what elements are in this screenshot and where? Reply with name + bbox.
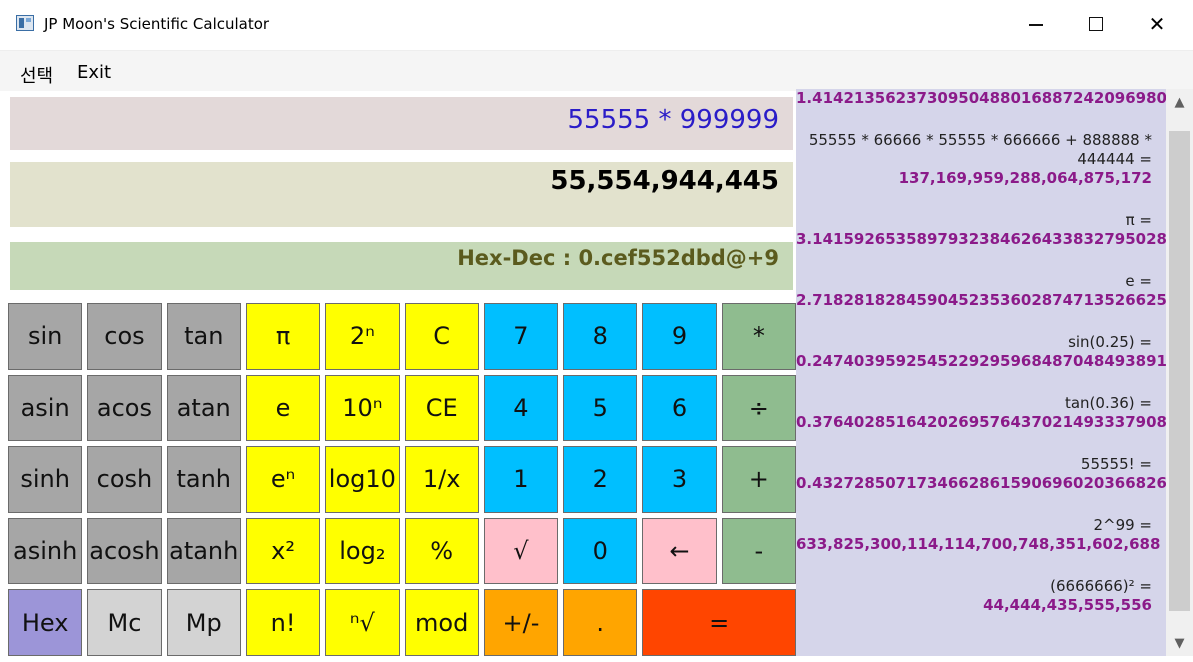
key-button[interactable]: atan	[166, 374, 241, 442]
key-button[interactable]: atanh	[166, 517, 241, 585]
scroll-thumb[interactable]	[1169, 131, 1190, 611]
key-button[interactable]: 2ⁿ	[325, 303, 400, 370]
menu-item-select[interactable]: 선택	[20, 62, 53, 88]
history-result: 2.71828182845904523536028747135266250	[796, 291, 1166, 309]
key-button[interactable]: asinh	[8, 517, 83, 585]
scroll-down-arrow-icon[interactable]: ▼	[1166, 632, 1193, 654]
key-button[interactable]: 7	[483, 303, 559, 370]
key-button[interactable]: tanh	[166, 446, 241, 513]
key-button[interactable]: *	[721, 303, 796, 370]
key-button[interactable]: acos	[87, 374, 162, 442]
history-result: 633,825,300,114,114,700,748,351,602,688	[796, 535, 1161, 553]
key-button[interactable]: 10ⁿ	[325, 374, 400, 442]
key-button[interactable]: sin	[8, 303, 83, 370]
history-panel: 1.41421356237309504880168872420969808 555…	[796, 89, 1166, 656]
app-icon	[16, 15, 34, 31]
key-button[interactable]: sinh	[8, 446, 83, 513]
history-item: 2^99 = 633,825,300,114,114,700,748,351,60…	[796, 516, 1166, 554]
key-button[interactable]: .	[563, 589, 638, 656]
key-button[interactable]: log10	[325, 446, 400, 513]
key-button[interactable]: cosh	[87, 446, 162, 513]
key-button[interactable]: 1	[483, 446, 559, 513]
key-button[interactable]: 2	[563, 446, 638, 513]
history-result: 44,444,435,555,556	[983, 596, 1152, 614]
history-result: 0.376402851642026957643702149333790892	[796, 413, 1166, 431]
history-item: π = 3.14159265358979323846264338327950288	[796, 211, 1166, 249]
key-button[interactable]: %	[404, 517, 479, 585]
key-button[interactable]: ÷	[721, 374, 796, 442]
key-button[interactable]: tan	[166, 303, 241, 370]
history-item: 55555 * 66666 * 55555 * 666666 + 888888 …	[796, 131, 1166, 188]
minimize-icon	[1029, 24, 1043, 26]
key-button[interactable]: 0	[563, 517, 638, 585]
key-button[interactable]: -	[721, 517, 796, 585]
history-expression: tan(0.36) =	[1064, 394, 1152, 412]
key-button[interactable]: x²	[245, 517, 321, 585]
history-expression: 55555! =	[1080, 455, 1152, 473]
history-expression: π =	[1125, 211, 1152, 229]
key-button[interactable]: CE	[404, 374, 479, 442]
history-expression: sin(0.25) =	[1068, 333, 1152, 351]
key-button[interactable]: acosh	[87, 517, 162, 585]
key-button[interactable]: 8	[563, 303, 638, 370]
key-button[interactable]: +	[721, 446, 796, 513]
history-result: 1.41421356237309504880168872420969808	[796, 89, 1166, 107]
history-expression: 55555 * 66666 * 55555 * 666666 + 888888 …	[808, 131, 1152, 168]
key-button[interactable]: mod	[404, 589, 479, 656]
history-result: 0.432728507173466286159069602036682605E+…	[796, 474, 1166, 492]
key-button[interactable]: Hex	[8, 589, 83, 656]
key-button[interactable]: cos	[87, 303, 162, 370]
history-item: e = 2.71828182845904523536028747135266250	[796, 272, 1166, 310]
history-item: (6666666)² = 44,444,435,555,556	[796, 577, 1166, 615]
key-button[interactable]: √	[483, 517, 559, 585]
minimize-button[interactable]	[1016, 8, 1056, 40]
expression-display: 55555 * 999999	[10, 97, 793, 150]
key-button[interactable]: =	[642, 589, 796, 656]
key-button[interactable]: eⁿ	[245, 446, 321, 513]
window-title: JP Moon's Scientific Calculator	[44, 15, 270, 33]
key-button[interactable]: +/-	[483, 589, 559, 656]
key-button[interactable]: ⁿ√	[325, 589, 400, 656]
history-expression: 2^99 =	[1093, 516, 1152, 534]
key-button[interactable]: asin	[8, 374, 83, 442]
keypad: sin cos tan π 2ⁿ C 7 8 9 * asin acos atan e 10ⁿ CE 4 5 6 ÷ s…	[8, 303, 796, 656]
key-button[interactable]: 6	[642, 374, 717, 442]
key-button[interactable]: 9	[642, 303, 717, 370]
history-result: 0.247403959254522929596848704849389196	[796, 352, 1166, 370]
maximize-button[interactable]	[1076, 8, 1116, 40]
title-bar: JP Moon's Scientific Calculator ✕	[0, 0, 1193, 50]
key-button[interactable]: 5	[563, 374, 638, 442]
history-scrollbar[interactable]: ▲ ▼	[1166, 89, 1193, 656]
key-button[interactable]: log₂	[325, 517, 400, 585]
maximize-icon	[1089, 17, 1103, 31]
close-button[interactable]: ✕	[1137, 8, 1177, 40]
history-result: 3.14159265358979323846264338327950288	[796, 230, 1166, 248]
history-item: 55555! = 0.432728507173466286159069602036…	[796, 455, 1166, 493]
history-expression: (6666666)² =	[1050, 577, 1152, 595]
history-result: 137,169,959,288,064,875,172	[898, 169, 1152, 187]
key-button[interactable]: e	[245, 374, 321, 442]
key-button[interactable]: ←	[642, 517, 717, 585]
history-item: sin(0.25) = 0.247403959254522929596848704…	[796, 333, 1166, 371]
history-item: 1.41421356237309504880168872420969808	[796, 89, 1166, 108]
result-display: 55,554,944,445	[10, 162, 793, 227]
key-button[interactable]: C	[404, 303, 479, 370]
key-button[interactable]: 4	[483, 374, 559, 442]
key-button[interactable]: Mp	[166, 589, 241, 656]
menu-item-exit[interactable]: Exit	[77, 62, 111, 83]
menu-bar: 선택 Exit	[0, 50, 1193, 91]
key-button[interactable]: n!	[245, 589, 321, 656]
key-button[interactable]: Mc	[87, 589, 162, 656]
history-item: tan(0.36) = 0.376402851642026957643702149…	[796, 394, 1166, 432]
hexdec-display: Hex-Dec : 0.cef552dbd@+9	[10, 242, 793, 290]
key-button[interactable]: 1/x	[404, 446, 479, 513]
key-button[interactable]: π	[245, 303, 321, 370]
history-expression: e =	[1125, 272, 1152, 290]
key-button[interactable]: 3	[642, 446, 717, 513]
scroll-up-arrow-icon[interactable]: ▲	[1166, 91, 1193, 113]
